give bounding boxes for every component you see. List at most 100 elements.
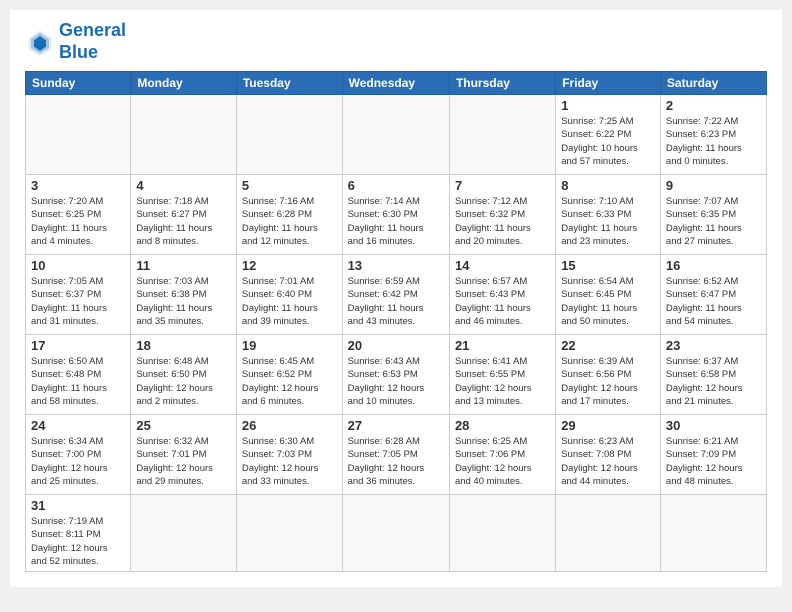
calendar-cell xyxy=(342,95,449,175)
calendar-week-row: 24 Sunrise: 6:34 AM Sunset: 7:00 PM Dayli… xyxy=(26,415,767,495)
calendar-cell: 8 Sunrise: 7:10 AM Sunset: 6:33 PM Daylig… xyxy=(556,175,661,255)
day-info: Sunrise: 7:18 AM Sunset: 6:27 PM Dayligh… xyxy=(136,195,231,248)
calendar-week-row: 1 Sunrise: 7:25 AM Sunset: 6:22 PM Daylig… xyxy=(26,95,767,175)
day-number: 2 xyxy=(666,98,761,113)
day-number: 8 xyxy=(561,178,655,193)
calendar-cell: 2 Sunrise: 7:22 AM Sunset: 6:23 PM Daylig… xyxy=(660,95,766,175)
calendar-cell: 10Sunrise: 7:05 AM Sunset: 6:37 PM Dayli… xyxy=(26,255,131,335)
day-number: 31 xyxy=(31,498,125,513)
day-info: Sunrise: 7:14 AM Sunset: 6:30 PM Dayligh… xyxy=(348,195,444,248)
calendar-header-row: SundayMondayTuesdayWednesdayThursdayFrid… xyxy=(26,72,767,95)
calendar-cell: 11 Sunrise: 7:03 AM Sunset: 6:38 PM Dayli… xyxy=(131,255,237,335)
day-info: Sunrise: 7:25 AM Sunset: 6:22 PM Dayligh… xyxy=(561,115,655,168)
calendar-cell: 25 Sunrise: 6:32 AM Sunset: 7:01 PM Dayli… xyxy=(131,415,237,495)
calendar-cell xyxy=(236,95,342,175)
day-number: 21 xyxy=(455,338,550,353)
day-number: 11 xyxy=(136,258,231,273)
day-info: Sunrise: 7:16 AM Sunset: 6:28 PM Dayligh… xyxy=(242,195,337,248)
calendar-cell xyxy=(26,95,131,175)
calendar: SundayMondayTuesdayWednesdayThursdayFrid… xyxy=(25,71,767,572)
calendar-cell xyxy=(131,495,237,572)
weekday-header-tuesday: Tuesday xyxy=(236,72,342,95)
calendar-cell xyxy=(342,495,449,572)
day-info: Sunrise: 6:52 AM Sunset: 6:47 PM Dayligh… xyxy=(666,275,761,328)
day-number: 25 xyxy=(136,418,231,433)
day-info: Sunrise: 6:39 AM Sunset: 6:56 PM Dayligh… xyxy=(561,355,655,408)
calendar-week-row: 3Sunrise: 7:20 AM Sunset: 6:25 PM Daylig… xyxy=(26,175,767,255)
day-info: Sunrise: 7:20 AM Sunset: 6:25 PM Dayligh… xyxy=(31,195,125,248)
calendar-cell: 30Sunrise: 6:21 AM Sunset: 7:09 PM Dayli… xyxy=(660,415,766,495)
calendar-cell xyxy=(236,495,342,572)
day-info: Sunrise: 6:23 AM Sunset: 7:08 PM Dayligh… xyxy=(561,435,655,488)
day-info: Sunrise: 6:57 AM Sunset: 6:43 PM Dayligh… xyxy=(455,275,550,328)
calendar-cell: 13Sunrise: 6:59 AM Sunset: 6:42 PM Dayli… xyxy=(342,255,449,335)
day-info: Sunrise: 6:25 AM Sunset: 7:06 PM Dayligh… xyxy=(455,435,550,488)
day-info: Sunrise: 7:01 AM Sunset: 6:40 PM Dayligh… xyxy=(242,275,337,328)
calendar-cell xyxy=(131,95,237,175)
calendar-week-row: 10Sunrise: 7:05 AM Sunset: 6:37 PM Dayli… xyxy=(26,255,767,335)
logo: General Blue xyxy=(25,20,126,63)
logo-icon xyxy=(25,27,55,57)
calendar-cell: 23 Sunrise: 6:37 AM Sunset: 6:58 PM Dayli… xyxy=(660,335,766,415)
weekday-header-sunday: Sunday xyxy=(26,72,131,95)
day-info: Sunrise: 7:22 AM Sunset: 6:23 PM Dayligh… xyxy=(666,115,761,168)
weekday-header-friday: Friday xyxy=(556,72,661,95)
calendar-cell xyxy=(660,495,766,572)
day-info: Sunrise: 6:50 AM Sunset: 6:48 PM Dayligh… xyxy=(31,355,125,408)
day-number: 9 xyxy=(666,178,761,193)
calendar-cell: 28 Sunrise: 6:25 AM Sunset: 7:06 PM Dayli… xyxy=(449,415,555,495)
calendar-week-row: 31 Sunrise: 7:19 AM Sunset: 8:11 PM Dayli… xyxy=(26,495,767,572)
weekday-header-thursday: Thursday xyxy=(449,72,555,95)
calendar-cell: 21 Sunrise: 6:41 AM Sunset: 6:55 PM Dayli… xyxy=(449,335,555,415)
day-number: 20 xyxy=(348,338,444,353)
logo-text: General Blue xyxy=(59,20,126,63)
calendar-cell: 6 Sunrise: 7:14 AM Sunset: 6:30 PM Daylig… xyxy=(342,175,449,255)
weekday-header-wednesday: Wednesday xyxy=(342,72,449,95)
day-info: Sunrise: 6:45 AM Sunset: 6:52 PM Dayligh… xyxy=(242,355,337,408)
day-info: Sunrise: 6:30 AM Sunset: 7:03 PM Dayligh… xyxy=(242,435,337,488)
day-info: Sunrise: 7:12 AM Sunset: 6:32 PM Dayligh… xyxy=(455,195,550,248)
calendar-cell: 29Sunrise: 6:23 AM Sunset: 7:08 PM Dayli… xyxy=(556,415,661,495)
calendar-cell: 27 Sunrise: 6:28 AM Sunset: 7:05 PM Dayli… xyxy=(342,415,449,495)
calendar-cell: 20Sunrise: 6:43 AM Sunset: 6:53 PM Dayli… xyxy=(342,335,449,415)
day-info: Sunrise: 6:48 AM Sunset: 6:50 PM Dayligh… xyxy=(136,355,231,408)
calendar-cell xyxy=(449,495,555,572)
calendar-cell: 31 Sunrise: 7:19 AM Sunset: 8:11 PM Dayli… xyxy=(26,495,131,572)
day-info: Sunrise: 6:41 AM Sunset: 6:55 PM Dayligh… xyxy=(455,355,550,408)
day-info: Sunrise: 6:37 AM Sunset: 6:58 PM Dayligh… xyxy=(666,355,761,408)
day-number: 13 xyxy=(348,258,444,273)
day-info: Sunrise: 6:54 AM Sunset: 6:45 PM Dayligh… xyxy=(561,275,655,328)
calendar-cell: 17 Sunrise: 6:50 AM Sunset: 6:48 PM Dayli… xyxy=(26,335,131,415)
calendar-cell: 12 Sunrise: 7:01 AM Sunset: 6:40 PM Dayli… xyxy=(236,255,342,335)
header: General Blue xyxy=(25,20,767,63)
day-number: 24 xyxy=(31,418,125,433)
day-number: 5 xyxy=(242,178,337,193)
day-number: 17 xyxy=(31,338,125,353)
day-number: 12 xyxy=(242,258,337,273)
day-number: 6 xyxy=(348,178,444,193)
calendar-cell xyxy=(449,95,555,175)
day-info: Sunrise: 7:19 AM Sunset: 8:11 PM Dayligh… xyxy=(31,515,125,568)
calendar-cell: 1 Sunrise: 7:25 AM Sunset: 6:22 PM Daylig… xyxy=(556,95,661,175)
calendar-cell: 4 Sunrise: 7:18 AM Sunset: 6:27 PM Daylig… xyxy=(131,175,237,255)
day-number: 10 xyxy=(31,258,125,273)
calendar-cell: 16 Sunrise: 6:52 AM Sunset: 6:47 PM Dayli… xyxy=(660,255,766,335)
calendar-cell: 5 Sunrise: 7:16 AM Sunset: 6:28 PM Daylig… xyxy=(236,175,342,255)
day-number: 26 xyxy=(242,418,337,433)
day-number: 18 xyxy=(136,338,231,353)
calendar-cell: 3Sunrise: 7:20 AM Sunset: 6:25 PM Daylig… xyxy=(26,175,131,255)
day-info: Sunrise: 6:34 AM Sunset: 7:00 PM Dayligh… xyxy=(31,435,125,488)
day-number: 1 xyxy=(561,98,655,113)
day-number: 27 xyxy=(348,418,444,433)
day-info: Sunrise: 6:32 AM Sunset: 7:01 PM Dayligh… xyxy=(136,435,231,488)
logo-blue: Blue xyxy=(59,42,126,64)
day-info: Sunrise: 7:07 AM Sunset: 6:35 PM Dayligh… xyxy=(666,195,761,248)
day-number: 23 xyxy=(666,338,761,353)
day-info: Sunrise: 7:03 AM Sunset: 6:38 PM Dayligh… xyxy=(136,275,231,328)
day-number: 4 xyxy=(136,178,231,193)
day-info: Sunrise: 6:28 AM Sunset: 7:05 PM Dayligh… xyxy=(348,435,444,488)
day-number: 16 xyxy=(666,258,761,273)
day-info: Sunrise: 7:10 AM Sunset: 6:33 PM Dayligh… xyxy=(561,195,655,248)
calendar-week-row: 17 Sunrise: 6:50 AM Sunset: 6:48 PM Dayli… xyxy=(26,335,767,415)
day-number: 28 xyxy=(455,418,550,433)
